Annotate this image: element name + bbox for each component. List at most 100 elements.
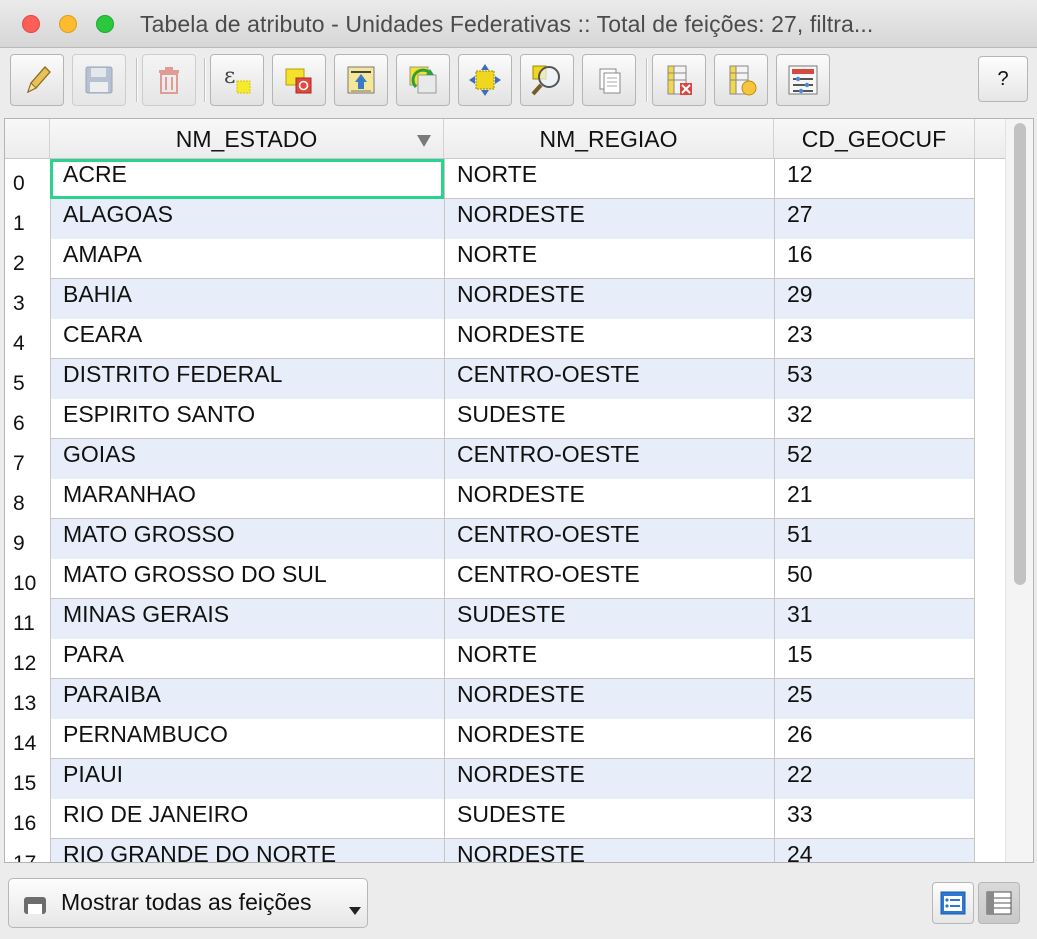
row-header[interactable]: 15 (5, 759, 50, 799)
table-row[interactable]: 15 PIAUI NORDESTE 22 (5, 759, 975, 799)
cell-nm-estado[interactable]: BAHIA (50, 279, 444, 319)
cell-cd-geocuf[interactable]: 51 (774, 519, 975, 559)
cell-cd-geocuf[interactable]: 31 (774, 599, 975, 639)
cell-nm-regiao[interactable]: NORDESTE (444, 679, 774, 719)
row-header[interactable]: 16 (5, 799, 50, 839)
save-edits-button[interactable] (72, 54, 126, 106)
pan-to-selected-button[interactable] (458, 54, 512, 106)
table-row[interactable]: 6 ESPIRITO SANTO SUDESTE 32 (5, 399, 975, 439)
zoom-to-selected-button[interactable] (520, 54, 574, 106)
cell-nm-regiao[interactable]: NORTE (444, 639, 774, 679)
help-button[interactable]: ? (978, 56, 1028, 102)
cell-cd-geocuf[interactable]: 15 (774, 639, 975, 679)
table-row[interactable]: 4 CEARA NORDESTE 23 (5, 319, 975, 359)
table-row[interactable]: 0 ACRE NORTE 12 (5, 159, 975, 199)
cell-nm-estado[interactable]: GOIAS (50, 439, 444, 479)
cell-nm-estado[interactable]: DISTRITO FEDERAL (50, 359, 444, 399)
cell-cd-geocuf[interactable]: 32 (774, 399, 975, 439)
table-row[interactable]: 2 AMAPA NORTE 16 (5, 239, 975, 279)
cell-nm-regiao[interactable]: NORTE (444, 239, 774, 279)
cell-cd-geocuf[interactable]: 27 (774, 199, 975, 239)
cell-nm-regiao[interactable]: NORTE (444, 159, 774, 199)
invert-selection-button[interactable] (396, 54, 450, 106)
cell-cd-geocuf[interactable]: 16 (774, 239, 975, 279)
row-header[interactable]: 9 (5, 519, 50, 559)
cell-nm-regiao[interactable]: CENTRO-OESTE (444, 439, 774, 479)
cell-cd-geocuf[interactable]: 50 (774, 559, 975, 599)
column-header-nm-estado[interactable]: NM_ESTADO (50, 119, 444, 159)
cell-cd-geocuf[interactable]: 53 (774, 359, 975, 399)
cell-nm-estado[interactable]: AMAPA (50, 239, 444, 279)
cell-nm-estado[interactable]: RIO DE JANEIRO (50, 799, 444, 839)
cell-nm-regiao[interactable]: NORDESTE (444, 839, 774, 862)
row-header[interactable]: 7 (5, 439, 50, 479)
cell-nm-estado[interactable]: PARA (50, 639, 444, 679)
row-header[interactable]: 11 (5, 599, 50, 639)
toggle-editing-button[interactable] (10, 54, 64, 106)
cell-nm-regiao[interactable]: NORDESTE (444, 479, 774, 519)
cell-nm-regiao[interactable]: SUDESTE (444, 399, 774, 439)
vertical-scrollbar[interactable] (1005, 119, 1033, 862)
table-row[interactable]: 17RIO GRANDE DO NORTENORDESTE24 (5, 839, 975, 862)
copy-selected-rows-button[interactable] (582, 54, 636, 106)
table-row[interactable]: 1 ALAGOAS NORDESTE 27 (5, 199, 975, 239)
table-row[interactable]: 11 MINAS GERAIS SUDESTE 31 (5, 599, 975, 639)
deselect-all-button[interactable] (272, 54, 326, 106)
row-header[interactable]: 17 (5, 839, 50, 862)
table-view-button[interactable] (978, 882, 1020, 924)
cell-nm-estado[interactable]: MATO GROSSO (50, 519, 444, 559)
table-row[interactable]: 14 PERNAMBUCO NORDESTE 26 (5, 719, 975, 759)
column-header-cd-geocuf[interactable]: CD_GEOCUF (774, 119, 975, 159)
cell-cd-geocuf[interactable]: 26 (774, 719, 975, 759)
cell-nm-estado[interactable]: RIO GRANDE DO NORTE (50, 839, 444, 862)
cell-nm-estado[interactable]: PERNAMBUCO (50, 719, 444, 759)
row-header[interactable]: 10 (5, 559, 50, 599)
cell-cd-geocuf[interactable]: 12 (774, 159, 975, 199)
select-by-expression-button[interactable]: ε (210, 54, 264, 106)
column-header-nm-regiao[interactable]: NM_REGIAO (444, 119, 774, 159)
cell-nm-regiao[interactable]: SUDESTE (444, 799, 774, 839)
cell-nm-estado[interactable]: ALAGOAS (50, 199, 444, 239)
cell-nm-regiao[interactable]: CENTRO-OESTE (444, 519, 774, 559)
cell-nm-estado[interactable]: ESPIRITO SANTO (50, 399, 444, 439)
cell-nm-estado[interactable]: CEARA (50, 319, 444, 359)
table-row[interactable]: 10 MATO GROSSO DO SUL CENTRO-OESTE 50 (5, 559, 975, 599)
table-row[interactable]: 16 RIO DE JANEIRO SUDESTE 33 (5, 799, 975, 839)
table-row[interactable]: 12 PARA NORTE 15 (5, 639, 975, 679)
move-selection-to-top-button[interactable] (334, 54, 388, 106)
close-window-button[interactable] (22, 15, 40, 33)
cell-cd-geocuf[interactable]: 23 (774, 319, 975, 359)
form-view-button[interactable] (932, 882, 974, 924)
table-row[interactable]: 9 MATO GROSSO CENTRO-OESTE 51 (5, 519, 975, 559)
row-header[interactable]: 6 (5, 399, 50, 439)
minimize-window-button[interactable] (59, 15, 77, 33)
delete-selected-button[interactable] (142, 54, 196, 106)
row-header[interactable]: 0 (5, 159, 50, 199)
table-row[interactable]: 5 DISTRITO FEDERAL CENTRO-OESTE 53 (5, 359, 975, 399)
cell-cd-geocuf[interactable]: 21 (774, 479, 975, 519)
filter-menu-button[interactable]: Mostrar todas as feições (8, 878, 368, 928)
cell-cd-geocuf[interactable]: 52 (774, 439, 975, 479)
row-header[interactable]: 12 (5, 639, 50, 679)
cell-nm-estado[interactable]: ACRE (50, 159, 444, 199)
cell-nm-regiao[interactable]: NORDESTE (444, 759, 774, 799)
cell-cd-geocuf[interactable]: 33 (774, 799, 975, 839)
row-header[interactable]: 2 (5, 239, 50, 279)
delete-column-button[interactable] (652, 54, 706, 106)
table-row[interactable]: 13 PARAIBA NORDESTE 25 (5, 679, 975, 719)
cell-cd-geocuf[interactable]: 22 (774, 759, 975, 799)
cell-cd-geocuf[interactable]: 29 (774, 279, 975, 319)
cell-nm-regiao[interactable]: NORDESTE (444, 319, 774, 359)
row-header[interactable]: 8 (5, 479, 50, 519)
table-row[interactable]: 7 GOIAS CENTRO-OESTE 52 (5, 439, 975, 479)
field-calculator-button[interactable] (776, 54, 830, 106)
cell-nm-estado[interactable]: PARAIBA (50, 679, 444, 719)
cell-nm-regiao[interactable]: NORDESTE (444, 199, 774, 239)
scrollbar-thumb[interactable] (1014, 123, 1026, 585)
cell-nm-estado[interactable]: PIAUI (50, 759, 444, 799)
table-row[interactable]: 8 MARANHAO NORDESTE 21 (5, 479, 975, 519)
row-header[interactable]: 5 (5, 359, 50, 399)
new-column-button[interactable] (714, 54, 768, 106)
table-row[interactable]: 3 BAHIA NORDESTE 29 (5, 279, 975, 319)
row-header[interactable]: 3 (5, 279, 50, 319)
